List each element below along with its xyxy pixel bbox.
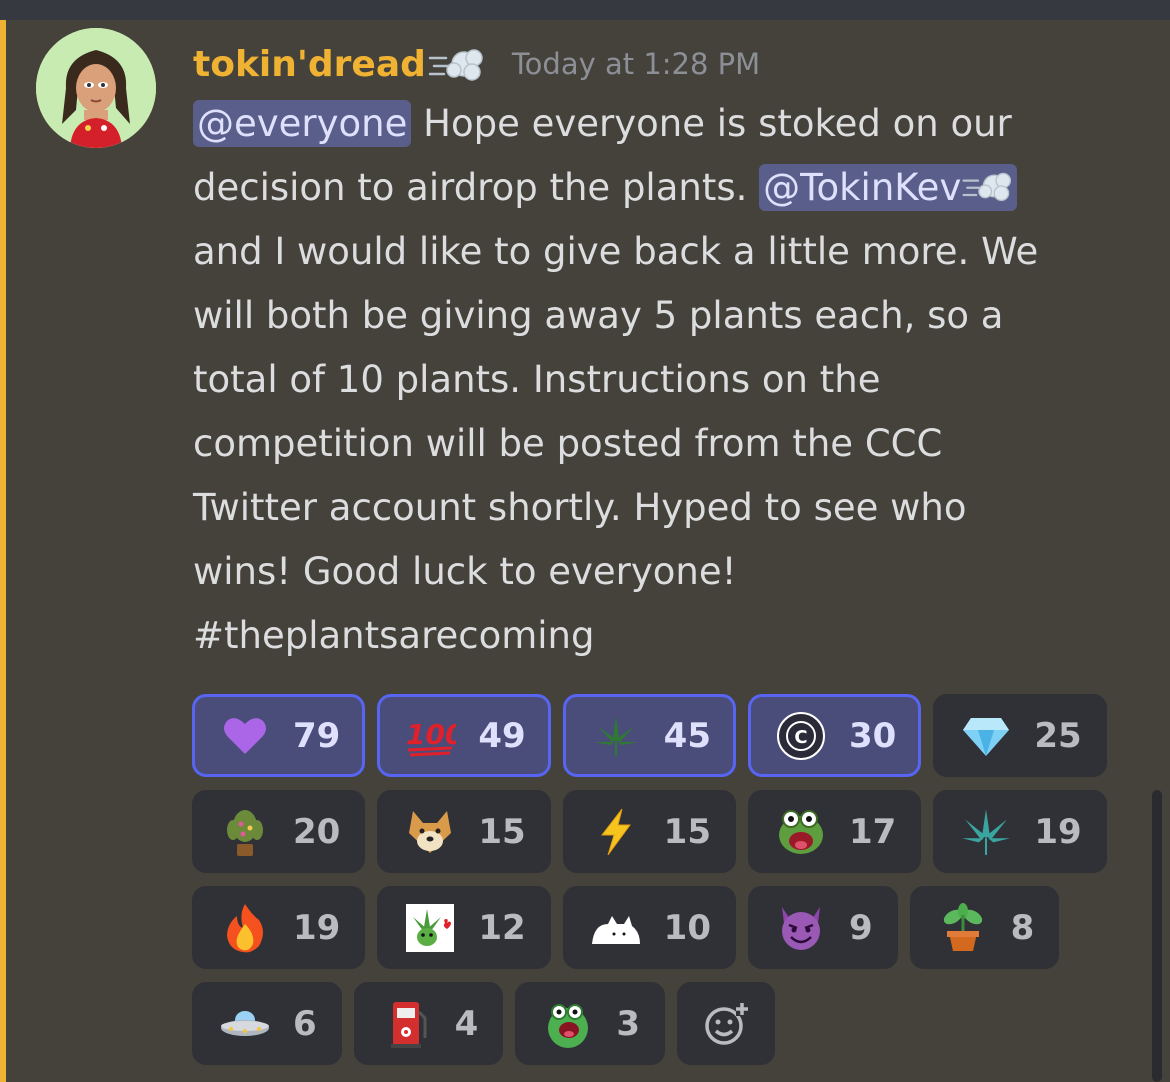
reaction-gem[interactable]: 25 [933,694,1107,777]
message-line: total of 10 plants. Instructions on the [193,358,881,401]
reaction-lightning[interactable]: 15 [562,790,736,873]
reaction-count: 15 [663,811,711,852]
leaf-heart-icon [404,902,456,954]
reaction-plant-creature[interactable]: 20 [192,790,366,873]
svg-text:C: C [794,727,807,748]
message-text: Hope everyone is stoked on our [411,102,1012,145]
reaction-fuel-pump[interactable]: 4 [353,982,504,1065]
svg-text:100: 100 [406,718,456,751]
reaction-ufo[interactable]: 6 [192,982,342,1065]
reaction-count: 15 [478,811,526,852]
reaction-leaf-heart[interactable]: 12 [377,886,551,969]
reaction-crypto-cannabis-club[interactable]: C 30 [747,694,922,777]
crypto-cannabis-club-logo-icon: C [775,710,827,762]
message-line: competition will be posted from the CCC [193,422,943,465]
message-line: decision to airdrop the plants. @TokinKe… [193,156,1123,220]
reaction-hundred-points[interactable]: 100 49 [377,694,551,777]
reaction-potted-plant[interactable]: 8 [909,886,1060,969]
gem-icon [960,710,1012,762]
purple-heart-icon [219,710,271,762]
message-line: wins! Good luck to everyone! [193,550,737,593]
reaction-count: 79 [293,715,341,756]
reactions-row: 20 15 15 17 19 [192,790,1152,873]
avatar-character-icon [36,28,156,148]
mention-user-name: @TokinKev [763,166,962,209]
dash-away-icon [962,172,1012,202]
message-line: will both be giving away 5 plants each, … [193,294,1004,337]
reaction-fire[interactable]: 19 [192,886,366,969]
reaction-count: 10 [663,907,711,948]
message-line: and I would like to give back a little m… [193,230,1039,273]
reaction-count: 17 [848,811,897,852]
message-line: Twitter account shortly. Hyped to see wh… [193,486,967,529]
reactions-row: 19 12 10 9 8 [192,886,1152,969]
reactions-bar: 79 100 49 45 C 30 25 20 15 15 [192,694,1152,1078]
reaction-count: 9 [848,907,873,948]
reaction-count: 19 [1034,811,1082,852]
dash-away-icon [428,44,484,84]
reactions-row: 6 4 3 [192,982,1152,1065]
reaction-count: 25 [1034,715,1082,756]
message-header: tokin'dread Today at 1:28 PM [193,40,760,88]
mention-everyone[interactable]: @everyone [193,100,412,147]
top-bar [0,0,1170,20]
reaction-count: 19 [293,907,341,948]
reaction-count: 3 [616,1003,641,1044]
add-reaction-button[interactable] [677,982,776,1065]
reaction-pepe-green[interactable]: 3 [515,982,666,1065]
plant-creature-icon [219,806,271,858]
reaction-count: 8 [1010,907,1035,948]
lightning-icon [590,806,642,858]
reaction-count: 6 [293,1003,317,1044]
mention-user[interactable]: @TokinKev [759,164,1018,211]
user-avatar[interactable] [36,28,156,148]
reaction-count: 12 [478,907,526,948]
reaction-count: 20 [293,811,341,852]
reaction-cannabis-leaf[interactable]: 19 [933,790,1107,873]
smiling-imp-icon [775,902,827,954]
hundred-points-icon: 100 [404,710,456,762]
reaction-cannabis-leaf-dark[interactable]: 45 [562,694,736,777]
cat-peek-icon [590,902,642,954]
reaction-doge[interactable]: 15 [377,790,551,873]
reaction-count: 45 [663,715,711,756]
reaction-count: 4 [454,1003,479,1044]
add-reaction-icon [700,998,752,1050]
reaction-pepe-screaming[interactable]: 17 [747,790,922,873]
reaction-cat-peek[interactable]: 10 [562,886,736,969]
message-line: @everyone Hope everyone is stoked on our [193,92,1123,156]
scrollbar[interactable] [1152,790,1162,1082]
hashtag[interactable]: #theplantsarecoming [193,604,1123,668]
pepe-green-icon [542,998,594,1050]
potted-plant-icon [937,902,989,954]
message-content: @everyone Hope everyone is stoked on our… [193,92,1123,668]
ufo-icon [219,998,271,1050]
reactions-row: 79 100 49 45 C 30 25 [192,694,1152,777]
cannabis-leaf-icon [960,806,1012,858]
reaction-count: 49 [478,715,526,756]
fire-icon [219,902,271,954]
message-timestamp: Today at 1:28 PM [511,47,761,81]
doge-icon [404,806,456,858]
reaction-count: 30 [848,715,897,756]
pepe-screaming-icon [775,806,827,858]
mention-highlight-bar [0,20,6,1082]
username[interactable]: tokin'dread [193,44,426,85]
message-text: decision to airdrop the plants. [193,166,760,209]
reaction-smiling-imp[interactable]: 9 [747,886,898,969]
reaction-purple-heart[interactable]: 79 [192,694,366,777]
fuel-pump-icon [381,998,433,1050]
cannabis-leaf-dark-icon [590,710,642,762]
